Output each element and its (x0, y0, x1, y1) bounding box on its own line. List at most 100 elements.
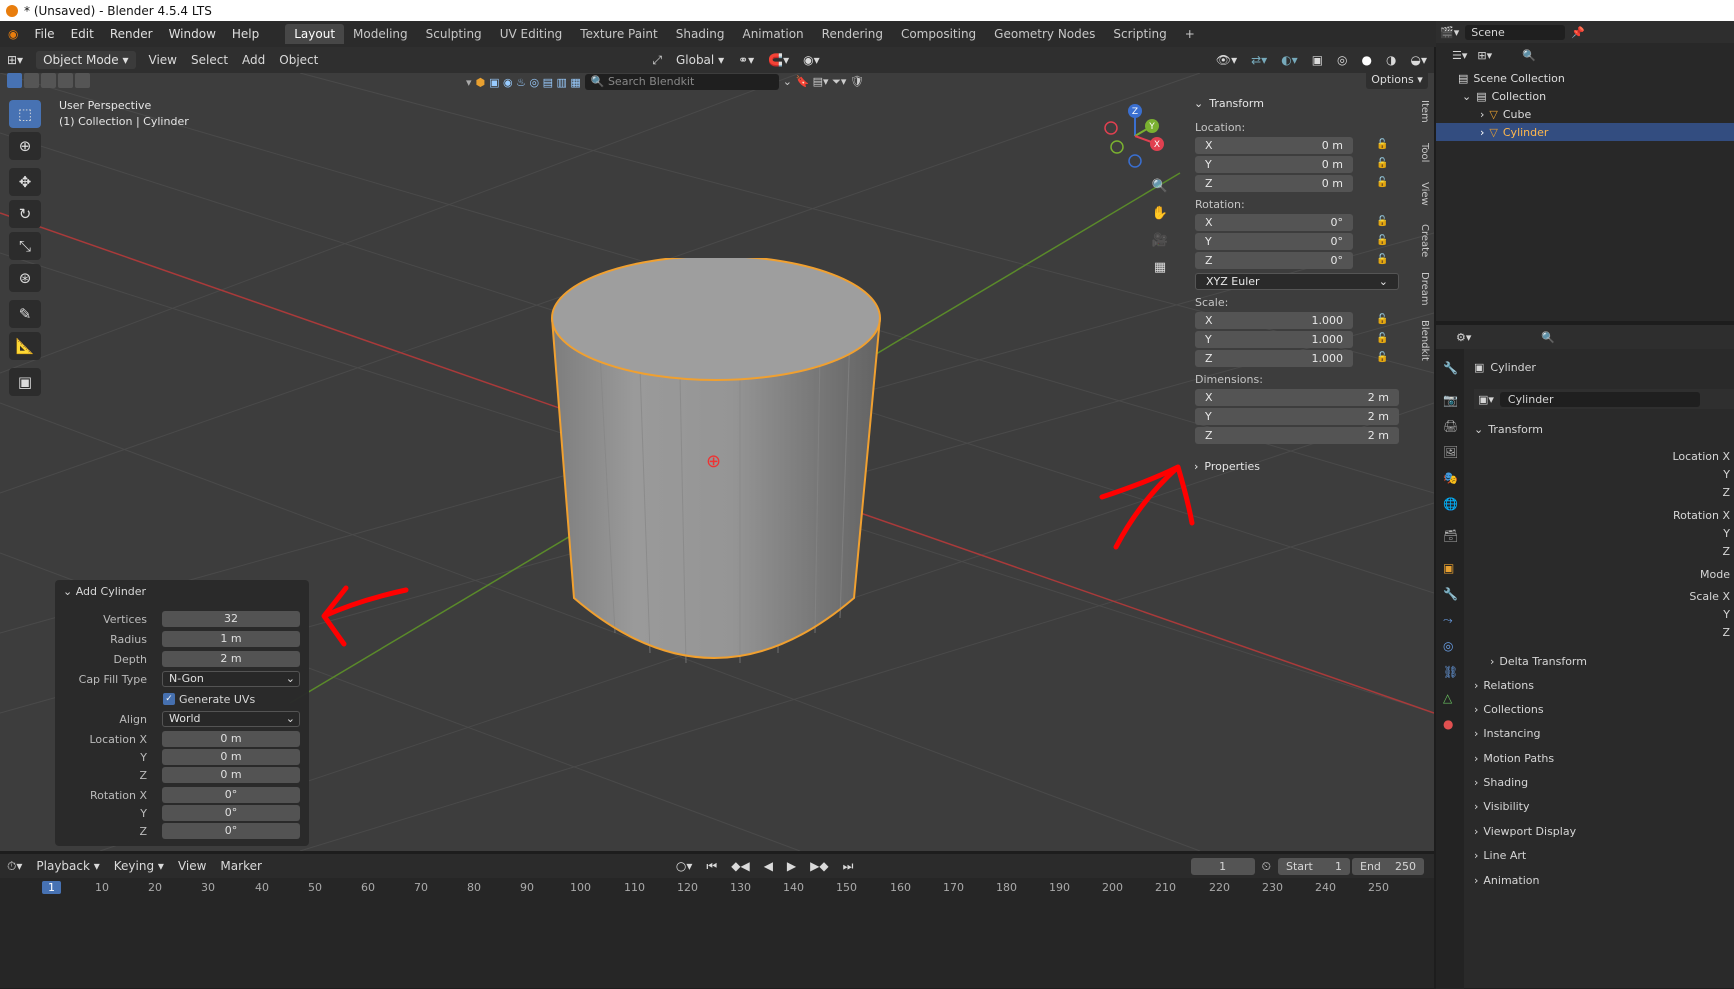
location-z-field[interactable]: 0 m (162, 767, 300, 783)
gizmo-toggle-icon[interactable]: ⇄▾ (1244, 51, 1274, 69)
menu-object[interactable]: Object (272, 51, 325, 69)
rotation-y-field[interactable]: Y 0° (1195, 233, 1353, 250)
rotation-mode-dropdown[interactable]: XYZ Euler ⌄ (1195, 273, 1399, 290)
render-tab-icon[interactable]: 📷 (1443, 393, 1458, 407)
scale-x-field[interactable]: X 1.000 (1195, 312, 1353, 329)
scene-icon[interactable]: 🎬▾ (1440, 26, 1459, 39)
location-z-field[interactable]: Z 0 m (1195, 175, 1353, 192)
scene-collection-row[interactable]: ▤ Scene Collection (1436, 69, 1734, 87)
rotation-z-field[interactable]: Z 0° (1195, 252, 1353, 269)
lock-icon[interactable]: 🔓 (1376, 314, 1388, 325)
tab-create[interactable]: Create (1414, 224, 1430, 257)
cursor-tool-icon[interactable]: ⊕ (9, 132, 41, 160)
pivot-icon[interactable]: ⚭▾ (731, 51, 761, 69)
tab-blendkit[interactable]: Blendkit (1414, 320, 1430, 361)
vertices-field[interactable]: 32 (162, 611, 300, 627)
menu-keying[interactable]: Keying ▾ (107, 857, 171, 875)
menu-marker[interactable]: Marker (213, 857, 268, 875)
add-cube-tool-icon[interactable]: ▣ (9, 368, 41, 396)
blendkit-logo-icon[interactable]: ⬢ (476, 76, 486, 89)
tab-compositing[interactable]: Compositing (892, 24, 985, 44)
panel-relations[interactable]: › Relations (1474, 675, 1534, 695)
lock-icon[interactable]: 🔓 (1376, 139, 1388, 150)
tab-view[interactable]: View (1414, 182, 1430, 206)
xray-icon[interactable]: ▣ (1305, 51, 1330, 69)
location-x-field[interactable]: 0 m (162, 731, 300, 747)
lock-icon[interactable]: 🔓 (1376, 235, 1388, 246)
tab-item[interactable]: Item (1414, 100, 1430, 123)
orientation-icon[interactable]: ⤢ (645, 51, 669, 70)
tab-scripting[interactable]: Scripting (1104, 24, 1175, 44)
select-box-tool-icon[interactable]: ⬚ (9, 100, 41, 128)
tab-layout[interactable]: Layout (285, 24, 345, 44)
current-frame-marker[interactable]: 1 (42, 881, 61, 894)
panel-shading[interactable]: › Shading (1474, 772, 1528, 792)
collection-row[interactable]: ⌄ ▤ Collection (1436, 87, 1734, 105)
editor-type-icon[interactable]: ⊞▾ (0, 51, 30, 69)
blendkit-expand-icon[interactable]: ▾ (466, 76, 472, 89)
transform-section-header[interactable]: ⌄ Transform (1474, 419, 1543, 439)
current-frame-field[interactable]: 1 (1190, 857, 1255, 875)
tab-uv-editing[interactable]: UV Editing (491, 24, 572, 44)
wireframe-shading-icon[interactable]: ◎ (1330, 51, 1354, 69)
world-tab-icon[interactable]: 🌐 (1443, 497, 1458, 511)
options-dropdown[interactable]: Options ▾ (1366, 73, 1428, 89)
orientation-dropdown[interactable]: Global ▾ (669, 51, 731, 69)
redo-panel-header[interactable]: ⌄ Add Cylinder (63, 585, 146, 598)
dimensions-x-field[interactable]: X 2 m (1195, 389, 1399, 406)
object-data-selector[interactable]: ▣▾ Cylinder (1474, 389, 1734, 409)
select-intersect-icon[interactable] (75, 73, 90, 88)
snap-icon[interactable]: 🧲▾ (761, 51, 796, 69)
tab-sculpting[interactable]: Sculpting (417, 24, 491, 44)
menu-render[interactable]: Render (102, 27, 161, 41)
scale-y-field[interactable]: Y 1.000 (1195, 331, 1353, 348)
location-y-field[interactable]: Y 0 m (1195, 156, 1353, 173)
panel-animation[interactable]: › Animation (1474, 870, 1540, 890)
pin-icon[interactable]: 📌 (1571, 26, 1585, 39)
outliner-search-icon[interactable]: 🔍 (1522, 49, 1536, 62)
menu-select[interactable]: Select (184, 51, 235, 69)
rotate-tool-icon[interactable]: ↻ (9, 200, 41, 228)
output-tab-icon[interactable]: 🖨 (1443, 419, 1458, 433)
proportional-edit-icon[interactable]: ◉▾ (796, 51, 827, 69)
menu-timeline-view[interactable]: View (171, 857, 213, 875)
dimensions-y-field[interactable]: Y 2 m (1195, 408, 1399, 425)
generate-uvs-checkbox[interactable]: ✓ (163, 693, 175, 705)
camera-view-icon[interactable]: 🎥 (1148, 228, 1172, 252)
menu-edit[interactable]: Edit (63, 27, 102, 41)
rotation-x-field[interactable]: X 0° (1195, 214, 1353, 231)
filter-icon[interactable]: ⊞▾ (1477, 49, 1492, 62)
depth-field[interactable]: 2 m (162, 651, 300, 667)
data-tab-icon[interactable]: △ (1443, 691, 1452, 705)
menu-playback[interactable]: Playback ▾ (29, 857, 106, 875)
select-extend-icon[interactable] (24, 73, 39, 88)
tab-tool[interactable]: Tool (1414, 143, 1430, 162)
object-tab-icon[interactable]: ▣ (1443, 561, 1454, 575)
panel-instancing[interactable]: › Instancing (1474, 723, 1540, 743)
menu-add[interactable]: Add (235, 51, 272, 69)
timeline-editor-icon[interactable]: ⏱▾ (0, 857, 29, 876)
lock-icon[interactable]: 🔓 (1376, 158, 1388, 169)
cap-fill-dropdown[interactable]: N-Gon ⌄ (162, 671, 300, 687)
view-layer-tab-icon[interactable]: 🖼 (1443, 445, 1458, 459)
zoom-icon[interactable]: 🔍 (1148, 174, 1172, 198)
select-subtract-icon[interactable] (41, 73, 56, 88)
pan-hand-icon[interactable]: ✋ (1148, 201, 1172, 225)
tab-shading[interactable]: Shading (667, 24, 734, 44)
rotation-z-field[interactable]: 0° (162, 823, 300, 839)
tab-modeling[interactable]: Modeling (344, 24, 417, 44)
tab-rendering[interactable]: Rendering (813, 24, 892, 44)
properties-search-icon[interactable]: 🔍 (1541, 331, 1555, 344)
lock-icon[interactable]: 🔓 (1376, 333, 1388, 344)
visibility-icon[interactable]: 👁▾ (1209, 51, 1244, 69)
transform-header[interactable]: ⌄ Transform (1188, 92, 1408, 114)
panel-viewport-display[interactable]: › Viewport Display (1474, 821, 1576, 841)
particles-tab-icon[interactable]: ⤳ (1443, 613, 1453, 628)
solid-shading-icon[interactable]: ● (1355, 51, 1379, 69)
prev-keyframe-icon[interactable]: ◆◀ (724, 857, 756, 875)
select-invert-icon[interactable] (58, 73, 73, 88)
physics-tab-icon[interactable]: ◎ (1443, 639, 1453, 653)
scale-z-field[interactable]: Z 1.000 (1195, 350, 1353, 367)
display-mode-icon[interactable]: ☰▾ (1452, 49, 1467, 62)
blender-menu-icon[interactable]: ◉ (0, 27, 26, 41)
